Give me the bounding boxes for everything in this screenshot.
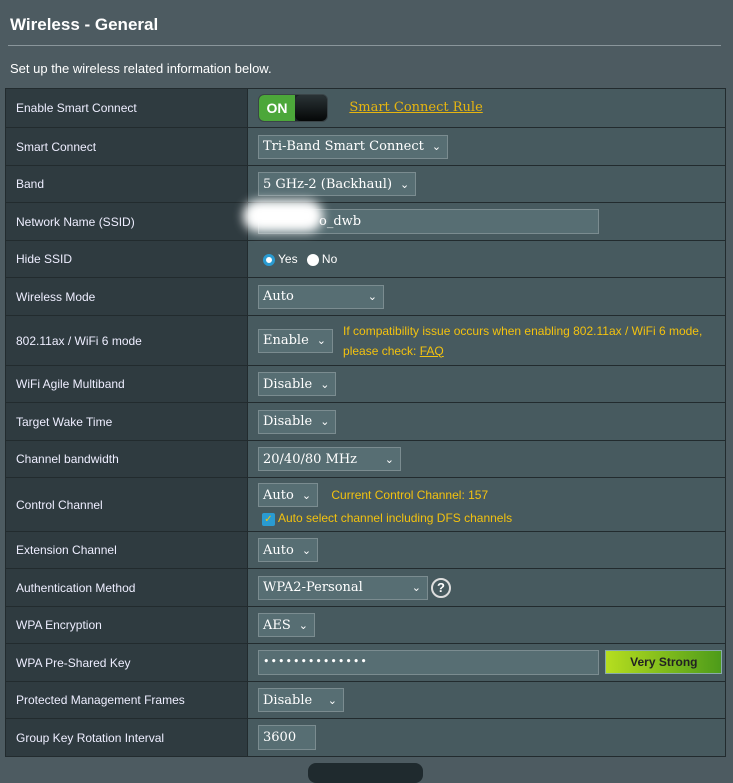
select-value: Enable xyxy=(263,333,309,348)
chevron-down-icon: ⌄ xyxy=(400,177,410,191)
radio-no-label: No xyxy=(321,252,338,266)
radio-no[interactable] xyxy=(306,253,319,266)
band-select[interactable]: 5 GHz-2 (Backhaul) ⌄ xyxy=(258,172,417,196)
chevron-down-icon: ⌄ xyxy=(298,618,309,632)
wpa-encryption-select[interactable]: AES ⌄ xyxy=(258,613,316,637)
ssid-redaction xyxy=(243,200,323,232)
label: WiFi Agile Multiband xyxy=(5,365,248,403)
label: Extension Channel xyxy=(5,531,248,569)
psk-input[interactable]: •••••••••••••• xyxy=(258,650,599,676)
select-value: 20/40/80 MHz xyxy=(263,451,358,467)
agile-multiband-select[interactable]: Disable ⌄ xyxy=(258,372,337,396)
label: WPA Pre-Shared Key xyxy=(5,643,248,682)
group-key-interval-input[interactable]: 3600 xyxy=(258,725,316,750)
strength-indicator: Very Strong xyxy=(605,649,723,674)
label: 802.11ax / WiFi 6 mode xyxy=(5,315,248,366)
help-icon[interactable]: ? xyxy=(431,577,451,598)
smart-connect-toggle[interactable]: ON xyxy=(258,94,328,122)
page-title: Wireless - General xyxy=(10,15,159,34)
label: Enable Smart Connect xyxy=(5,88,248,128)
label: Wireless Mode xyxy=(5,277,248,316)
ax-mode-select[interactable]: Enable ⌄ xyxy=(258,328,334,353)
toggle-label: ON xyxy=(259,95,295,121)
chevron-down-icon: ⌄ xyxy=(384,452,394,466)
settings-table: Enable Smart Connect ON Smart Connect Ru… xyxy=(5,88,726,757)
select-value: 5 GHz-2 (Backhaul) xyxy=(263,176,393,192)
chevron-down-icon: ⌄ xyxy=(301,543,312,557)
dfs-label: Auto select channel including DFS channe… xyxy=(278,511,513,526)
select-value: Disable xyxy=(263,692,313,708)
toggle-knob xyxy=(295,95,327,121)
select-value: Disable xyxy=(263,376,313,392)
extension-channel-select[interactable]: Auto ⌄ xyxy=(258,538,319,562)
label: Smart Connect xyxy=(5,127,248,166)
select-value: Auto xyxy=(263,289,294,304)
radio-yes[interactable] xyxy=(263,253,275,266)
label: Control Channel xyxy=(5,477,248,532)
chevron-down-icon: ⌄ xyxy=(316,334,327,347)
target-wake-time-select[interactable]: Disable ⌄ xyxy=(258,409,337,434)
chevron-down-icon: ⌄ xyxy=(320,377,330,391)
select-value: Tri-Band Smart Connect xyxy=(263,139,424,154)
label: Group Key Rotation Interval xyxy=(5,718,248,757)
select-value: Disable xyxy=(263,414,313,429)
label: Channel bandwidth xyxy=(5,440,248,478)
bandwidth-select[interactable]: 20/40/80 MHz ⌄ xyxy=(258,447,401,471)
label: Authentication Method xyxy=(5,568,248,607)
apply-button[interactable] xyxy=(308,763,423,783)
chevron-down-icon: ⌄ xyxy=(367,290,377,303)
select-value: AES xyxy=(263,617,291,633)
chevron-down-icon: ⌄ xyxy=(320,415,330,428)
chevron-down-icon: ⌄ xyxy=(301,488,312,502)
smart-connect-select[interactable]: Tri-Band Smart Connect ⌄ xyxy=(258,134,449,159)
chevron-down-icon: ⌄ xyxy=(411,581,421,594)
dfs-checkbox[interactable]: ✓ xyxy=(262,512,275,526)
page-description: Set up the wireless related information … xyxy=(10,61,272,76)
auth-method-select[interactable]: WPA2-Personal ⌄ xyxy=(258,575,428,600)
divider xyxy=(8,45,721,46)
ax-mode-note2: please check: xyxy=(343,343,420,358)
chevron-down-icon: ⌄ xyxy=(431,140,442,153)
label: WPA Encryption xyxy=(5,606,248,644)
select-value: Auto xyxy=(263,542,294,558)
label: Protected Management Frames xyxy=(5,681,248,719)
control-channel-select[interactable]: Auto ⌄ xyxy=(258,483,319,508)
current-channel: Current Control Channel: 157 xyxy=(331,487,489,502)
chevron-down-icon: ⌄ xyxy=(327,693,337,707)
select-value: WPA2-Personal xyxy=(263,580,363,595)
label: Network Name (SSID) xyxy=(5,202,248,241)
label: Band xyxy=(5,165,248,203)
smart-connect-rule-link[interactable]: Smart Connect Rule xyxy=(349,100,482,115)
label: Hide SSID xyxy=(5,240,248,278)
radio-yes-label: Yes xyxy=(278,252,298,266)
pmf-select[interactable]: Disable ⌄ xyxy=(258,688,344,712)
ax-mode-note: If compatibility issue occurs when enabl… xyxy=(343,323,703,338)
label: Target Wake Time xyxy=(5,402,248,441)
faq-link[interactable]: FAQ xyxy=(420,344,444,358)
wireless-mode-select[interactable]: Auto ⌄ xyxy=(258,284,384,309)
select-value: Auto xyxy=(263,487,294,503)
